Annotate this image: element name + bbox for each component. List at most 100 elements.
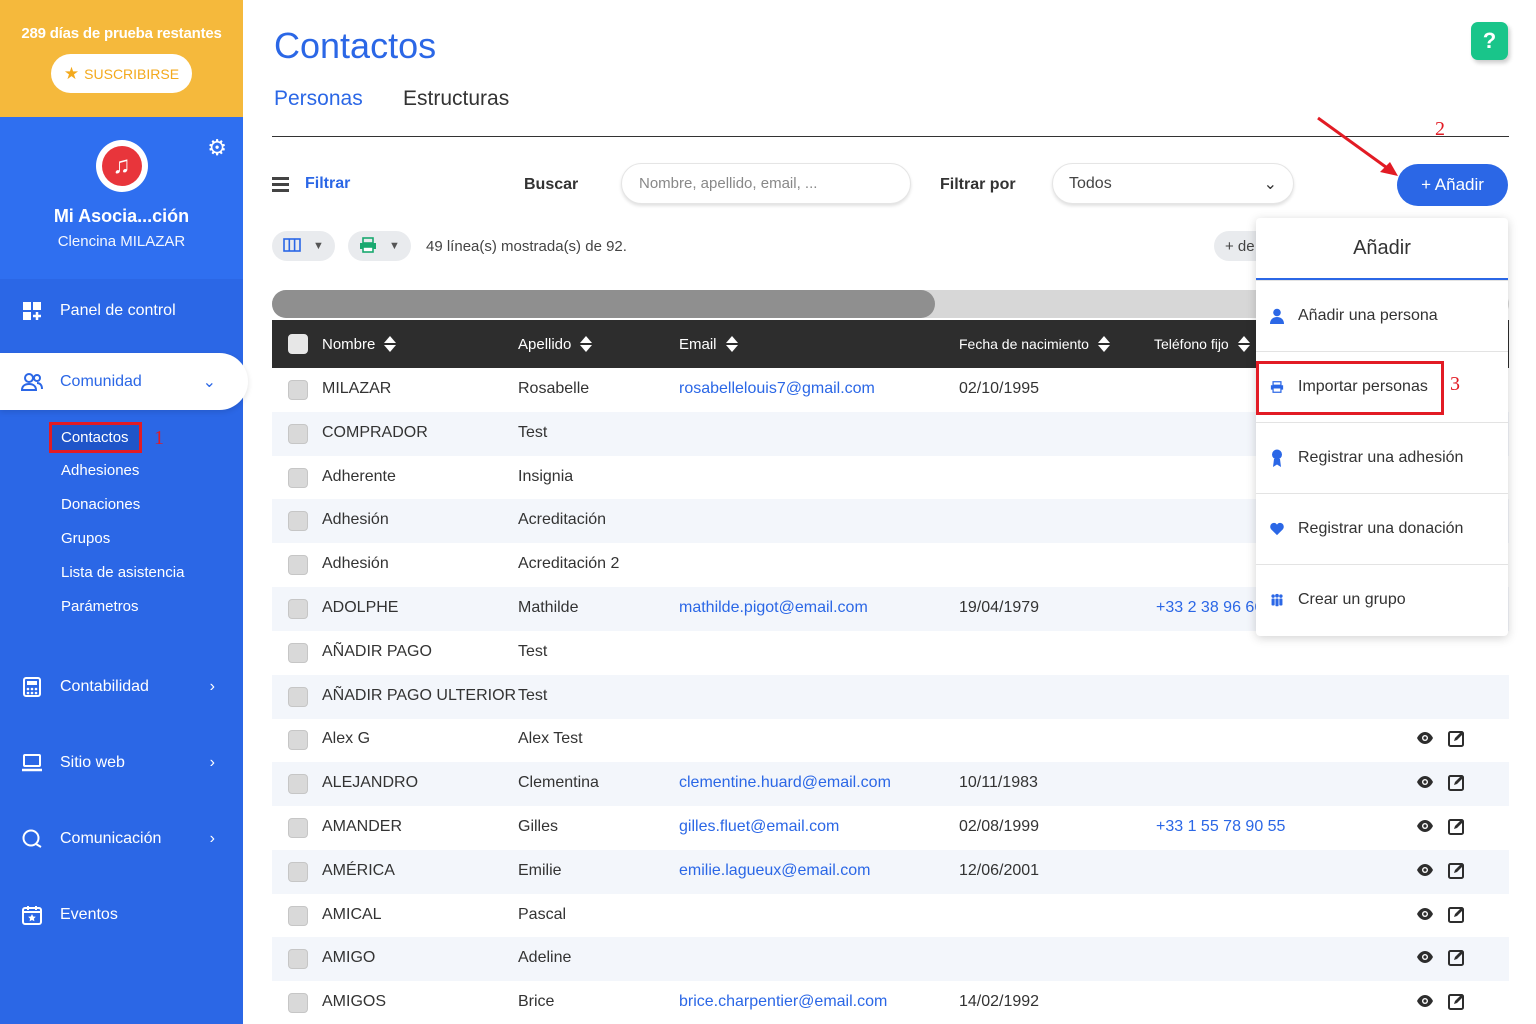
edit-icon[interactable] [1448, 729, 1466, 748]
edit-icon[interactable] [1448, 948, 1466, 967]
nav-sitio-web[interactable]: Sitio web › [0, 735, 243, 791]
cell-nombre: AÑADIR PAGO ULTERIOR [322, 686, 517, 704]
cell-fecha: 19/04/1979 [959, 599, 1040, 616]
subnav-adhesiones[interactable]: Adhesiones [61, 462, 139, 479]
row-checkbox[interactable] [288, 730, 308, 751]
menu-item-crear-grupo[interactable]: Crear un grupo [1256, 564, 1508, 635]
nav-comunidad[interactable]: Comunidad ⌄ [0, 353, 248, 410]
menu-item-registrar-donacion[interactable]: Registrar una donación [1256, 493, 1508, 564]
row-checkbox[interactable] [288, 555, 308, 576]
tab-personas[interactable]: Personas [274, 87, 363, 111]
row-checkbox[interactable] [288, 467, 308, 488]
subscribe-button[interactable]: ★ SUSCRIBIRSE [51, 54, 192, 93]
horizontal-scrollbar-thumb[interactable] [272, 290, 935, 318]
organization-card: ♫ ⚙ Mi Asocia...ción Clencina MILAZAR [0, 117, 243, 279]
table-row[interactable]: Alex G Alex Test [272, 718, 1509, 762]
cell-email[interactable]: brice.charpentier@email.com [679, 993, 887, 1011]
edit-icon[interactable] [1448, 817, 1466, 835]
row-checkbox[interactable] [288, 905, 308, 926]
row-checkbox[interactable] [288, 599, 308, 619]
column-header-email[interactable]: Email [679, 320, 738, 368]
cell-email[interactable]: rosabellelouis7@gmail.com [679, 380, 875, 398]
row-checkbox[interactable] [288, 423, 308, 444]
select-all-checkbox[interactable] [288, 334, 308, 354]
search-input[interactable] [621, 163, 911, 204]
column-header-nombre[interactable]: Nombre [322, 320, 397, 368]
row-checkbox[interactable] [288, 818, 308, 838]
export-button[interactable]: ▼ [348, 231, 411, 261]
add-button[interactable]: + Añadir [1397, 164, 1508, 206]
filter-by-value: Todos [1069, 174, 1112, 192]
edit-icon[interactable] [1448, 773, 1466, 792]
row-checkbox[interactable] [288, 642, 308, 663]
eye-icon[interactable] [1416, 773, 1434, 791]
row-checkbox[interactable] [288, 686, 308, 707]
add-dropdown-menu: Añadir Añadir una persona Importar perso… [1256, 218, 1508, 636]
tab-estructuras[interactable]: Estructuras [403, 87, 509, 111]
cell-email[interactable]: emilie.lagueux@email.com [679, 862, 870, 880]
cell-email[interactable]: mathilde.pigot@email.com [679, 599, 868, 617]
row-checkbox[interactable] [288, 511, 308, 532]
caret-down-icon: ▼ [389, 240, 400, 252]
menu-item-anadir-persona[interactable]: Añadir una persona [1256, 280, 1508, 351]
row-checkbox[interactable] [288, 774, 308, 795]
subscribe-label: SUSCRIBIRSE [84, 65, 180, 82]
table-row[interactable]: AMÉRICA Emilie emilie.lagueux@email.com 12/… [272, 849, 1509, 894]
cell-email[interactable]: clementine.huard@email.com [679, 774, 891, 792]
chevron-right-icon: › [209, 678, 215, 695]
table-row[interactable]: AMIGO Adeline [272, 937, 1509, 982]
dashboard-icon [20, 299, 44, 323]
gear-icon[interactable]: ⚙ [207, 137, 227, 159]
eye-icon[interactable] [1416, 861, 1434, 879]
menu-item-registrar-adhesion[interactable]: Registrar una adhesión [1256, 422, 1508, 493]
filter-by-select[interactable]: Todos ⌄ [1052, 163, 1294, 204]
subnav-parametros[interactable]: Parámetros [61, 598, 139, 615]
nav-comunicacion[interactable]: Comunicación › [0, 811, 243, 867]
org-user: Clencina MILAZAR [57, 233, 186, 250]
subnav-contactos[interactable]: Contactos [49, 422, 142, 453]
org-logo[interactable]: ♫ [95, 140, 148, 192]
eye-icon[interactable] [1416, 992, 1434, 1010]
subnav-donaciones[interactable]: Donaciones [61, 496, 140, 513]
eye-icon[interactable] [1416, 905, 1434, 923]
subnav-lista-de-asistencia[interactable]: Lista de asistencia [61, 564, 184, 581]
cell-apellido: Clementina [518, 774, 599, 792]
column-label: Nombre [322, 335, 376, 353]
cell-nombre: AMICAL [322, 905, 382, 923]
row-checkbox[interactable] [288, 380, 308, 400]
table-row[interactable]: AÑADIR PAGO ULTERIOR Test [272, 674, 1509, 719]
column-header-apellido[interactable]: Apellido [518, 320, 593, 368]
row-checkbox[interactable] [288, 949, 308, 970]
edit-icon[interactable] [1448, 861, 1466, 879]
nav-panel-de-control[interactable]: Panel de control [0, 283, 243, 339]
edit-icon[interactable] [1448, 905, 1466, 923]
eye-icon[interactable] [1416, 948, 1434, 966]
menu-item-label: Crear un grupo [1298, 591, 1406, 608]
edit-icon[interactable] [1448, 992, 1466, 1011]
row-checkbox[interactable] [288, 993, 308, 1014]
column-header-telefono[interactable]: Teléfono fijo [1154, 320, 1250, 368]
cell-email[interactable]: gilles.fluet@email.com [679, 818, 839, 836]
cell-tel[interactable]: +33 2 38 96 66 [1156, 599, 1263, 617]
cell-nombre: ADOLPHE [322, 599, 399, 616]
table-row[interactable]: AMIGOS Brice brice.charpentier@email.com 14… [272, 981, 1509, 1024]
column-header-fecha[interactable]: Fecha de nacimiento [959, 320, 1110, 368]
columns-button[interactable]: ▼ [272, 231, 335, 261]
eye-icon[interactable] [1416, 729, 1434, 747]
filter-toggle[interactable]: Filtrar [272, 175, 350, 193]
table-row[interactable]: AMANDER Gilles gilles.fluet@email.com 02/08… [272, 806, 1509, 850]
nav-contabilidad[interactable]: Contabilidad › [0, 659, 243, 715]
chevron-right-icon: › [209, 754, 215, 771]
cell-tel[interactable]: +33 1 55 78 90 55 [1156, 818, 1285, 836]
row-checkbox[interactable] [288, 861, 308, 882]
cell-apellido: Rosabelle [518, 380, 590, 397]
help-button[interactable]: ? [1471, 22, 1508, 60]
subnav-grupos[interactable]: Grupos [61, 530, 110, 547]
table-row[interactable]: AÑADIR PAGO Test [272, 631, 1509, 675]
eye-icon[interactable] [1416, 817, 1434, 835]
printer-icon [359, 236, 377, 256]
nav-eventos[interactable]: Eventos [0, 887, 243, 943]
table-row[interactable]: AMICAL Pascal [272, 894, 1509, 938]
menu-item-importar-personas[interactable]: Importar personas [1256, 351, 1508, 422]
table-row[interactable]: ALEJANDRO Clementina clementine.huard@emai… [272, 762, 1509, 807]
